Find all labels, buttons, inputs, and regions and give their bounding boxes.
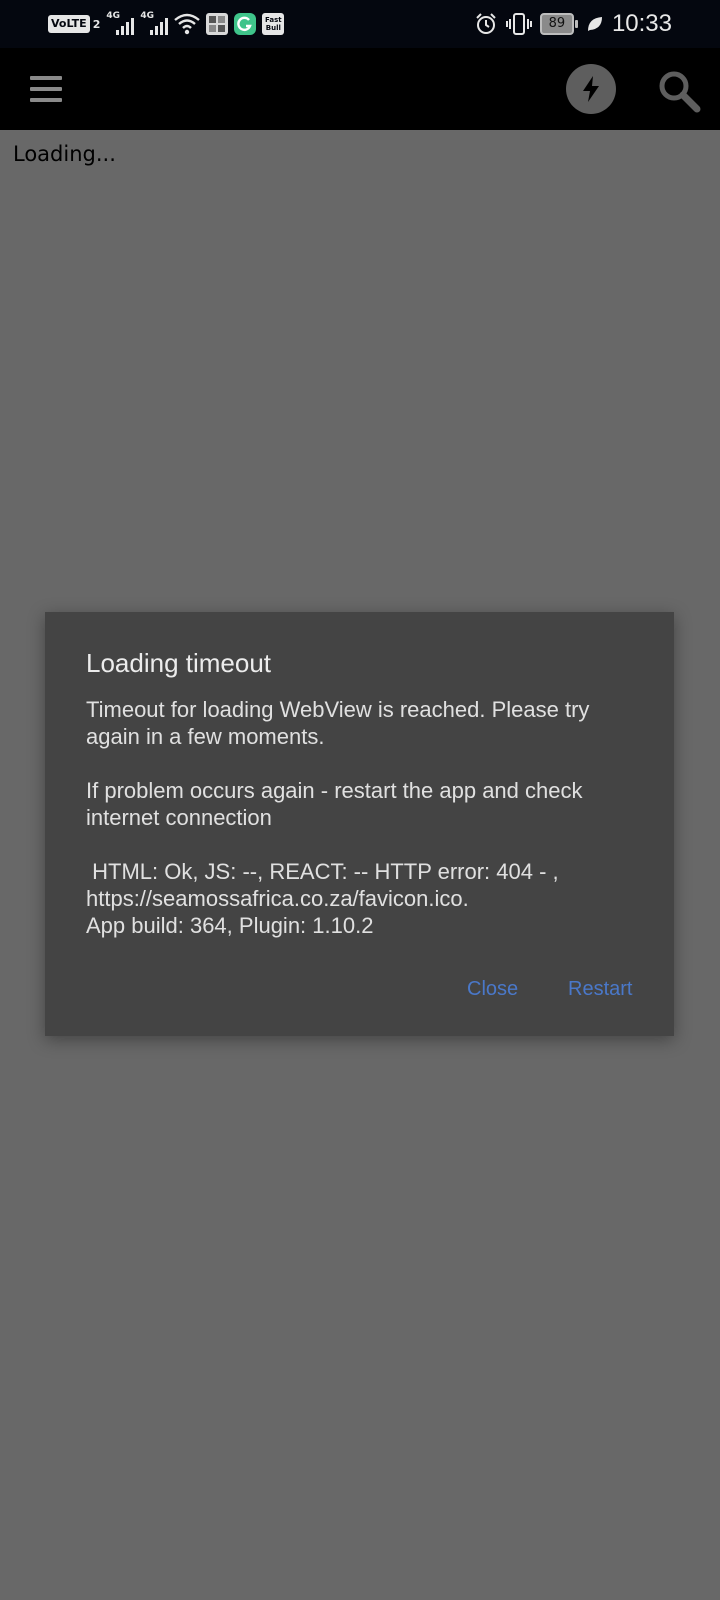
status-bar: VoLTE 2 4G 4G Fast Bull 89 10:33 xyxy=(0,0,720,48)
alarm-icon xyxy=(476,13,496,34)
search-icon[interactable] xyxy=(656,68,702,114)
gallery-icon xyxy=(206,13,229,35)
volte-icon: VoLTE xyxy=(48,15,90,33)
grammarly-icon xyxy=(234,13,257,35)
flash-icon[interactable] xyxy=(566,64,616,114)
dialog-line-url: https://seamossafrica.co.za/favicon.ico. xyxy=(86,886,469,911)
dialog-line-timeout: Timeout for loading WebView is reached. … xyxy=(86,697,590,749)
status-right: 89 10:33 xyxy=(474,8,672,40)
fastbull-icon: Fast Bull xyxy=(262,13,285,35)
close-button[interactable]: Close xyxy=(467,978,518,1001)
app-toolbar xyxy=(0,48,720,130)
dialog-line-status: HTML: Ok, JS: --, REACT: -- HTTP error: … xyxy=(86,859,559,884)
timeout-dialog: Loading timeout Timeout for loading WebV… xyxy=(45,612,674,1036)
signal-icon: 4G xyxy=(140,11,169,35)
signal-icon: 4G xyxy=(106,11,135,35)
status-time: 10:33 xyxy=(611,10,672,37)
network-type: 4G xyxy=(140,11,154,21)
wifi-icon xyxy=(174,13,201,35)
fastbull-label: Fast Bull xyxy=(265,16,282,32)
network-type: 4G xyxy=(106,11,120,21)
dialog-title: Loading timeout xyxy=(86,648,272,678)
vibrate-icon xyxy=(505,13,532,35)
status-left: VoLTE 2 4G 4G Fast Bull xyxy=(48,11,285,36)
loading-text: Loading... xyxy=(13,142,116,166)
dialog-line-restart: If problem occurs again - restart the ap… xyxy=(86,778,583,830)
restart-button[interactable]: Restart xyxy=(568,978,632,1001)
leaf-icon xyxy=(587,17,602,31)
menu-icon[interactable] xyxy=(28,72,66,106)
dialog-message: Timeout for loading WebView is reached. … xyxy=(86,696,646,939)
battery-icon: 89 xyxy=(539,13,578,35)
sim-number: 2 xyxy=(92,17,101,31)
dialog-line-build: App build: 364, Plugin: 1.10.2 xyxy=(86,913,374,938)
